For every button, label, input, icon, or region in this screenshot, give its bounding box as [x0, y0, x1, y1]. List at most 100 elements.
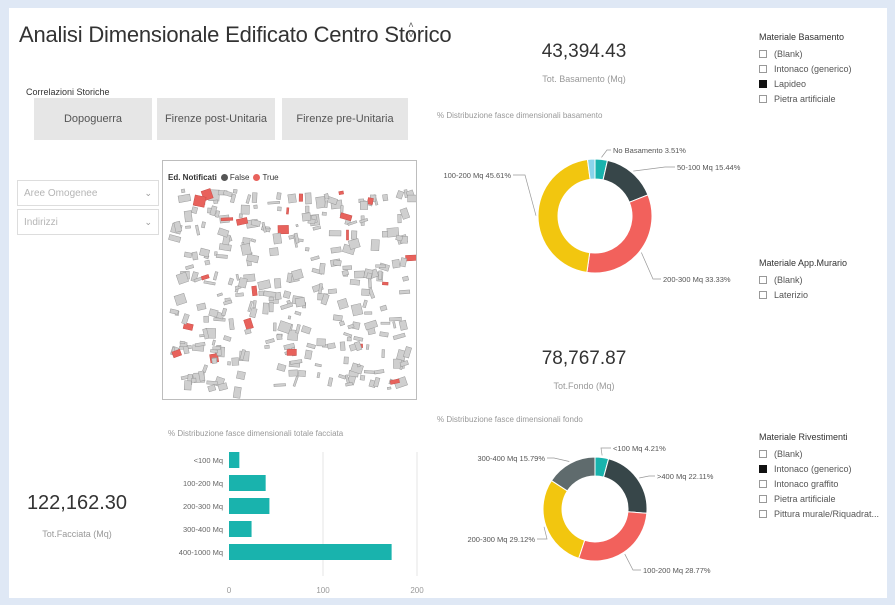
slicer-item-pietra-artificiale[interactable]: Pietra artificiale: [759, 491, 887, 506]
building: [217, 227, 230, 238]
building: [276, 333, 283, 341]
donut-slice[interactable]: [603, 458, 648, 514]
slicer-item-pittura-murale[interactable]: Pittura murale/Riquadrat...: [759, 506, 887, 521]
checkbox[interactable]: [759, 275, 767, 284]
building: [169, 308, 179, 315]
building: [382, 194, 389, 202]
building: [168, 234, 182, 243]
building: [215, 253, 228, 259]
chevron-down-icon[interactable]: ˅: [405, 30, 417, 40]
slice-data-label: No Basamento 3.51%: [613, 146, 686, 155]
checkbox[interactable]: [759, 94, 767, 103]
map-legend: Ed. Notificati False True: [168, 173, 279, 182]
slicer-item-blank[interactable]: (Blank): [759, 272, 887, 287]
building: [350, 303, 364, 317]
building: [316, 338, 326, 347]
building: [365, 344, 370, 350]
building: [216, 292, 223, 297]
title-scroll-control[interactable]: ˄ ˅: [405, 20, 417, 40]
building: [363, 369, 375, 374]
checkbox[interactable]: [759, 494, 767, 503]
building: [180, 188, 186, 194]
slicer-item-label: Intonaco (generico): [774, 463, 852, 474]
building: [269, 302, 274, 313]
firenze-pre-unitaria-button[interactable]: Firenze pre-Unitaria: [282, 98, 408, 140]
building: [265, 338, 275, 345]
slicer-item-blank[interactable]: (Blank): [759, 446, 887, 461]
building: [252, 300, 257, 309]
building: [232, 189, 238, 194]
donut-slice[interactable]: [537, 158, 591, 273]
donut-slice[interactable]: [602, 159, 649, 203]
buildings-map[interactable]: Ed. Notificati False True: [162, 160, 417, 400]
building: [273, 278, 282, 289]
slicer-item-label: (Blank): [774, 274, 803, 285]
bar[interactable]: [229, 475, 266, 491]
checkbox[interactable]: [759, 479, 767, 488]
slicer-item-intonaco[interactable]: Intonaco (generico): [759, 61, 887, 76]
aree-omogenee-dropdown[interactable]: Aree Omogenee ⌄: [17, 180, 159, 206]
slicer-item-blank[interactable]: (Blank): [759, 46, 887, 61]
building: [251, 192, 258, 203]
building: [288, 369, 299, 377]
leader-line: [513, 174, 537, 216]
building: [386, 386, 392, 390]
notified-building: [382, 281, 389, 286]
firenze-post-unitaria-button[interactable]: Firenze post-Unitaria: [157, 98, 275, 140]
slicer-item-lapideo[interactable]: Lapideo: [759, 76, 887, 91]
building: [330, 246, 342, 254]
donut-slice[interactable]: [578, 511, 648, 562]
building: [221, 307, 228, 317]
indirizzi-dropdown[interactable]: Indirizzi ⌄: [17, 209, 159, 235]
checkbox[interactable]: [759, 509, 767, 518]
building: [389, 316, 402, 322]
notified-building: [243, 317, 254, 331]
slicer-item-pietra-artificiale[interactable]: Pietra artificiale: [759, 91, 887, 106]
building: [343, 331, 353, 338]
slice-data-label: 200-300 Mq 33.33%: [663, 275, 731, 284]
building: [244, 328, 252, 335]
basamento-donut-chart: No Basamento 3.51% 50-100 Mq 15.44% 200-30…: [443, 146, 740, 284]
building: [223, 299, 233, 306]
x-tick-label: 200: [410, 586, 424, 594]
slicer-rivestimenti-title: Materiale Rivestimenti: [759, 432, 848, 442]
building: [203, 315, 209, 323]
notified-building: [339, 212, 353, 222]
building: [263, 290, 277, 298]
fondo-chart-title: % Distribuzione fasce dimensionali fondo: [437, 415, 583, 424]
bar[interactable]: [229, 521, 252, 537]
checkbox-checked[interactable]: [759, 464, 767, 473]
slicer-item-laterizio[interactable]: Laterizio: [759, 287, 887, 302]
slicer-item-label: Pietra artificiale: [774, 93, 836, 104]
checkbox[interactable]: [759, 49, 767, 58]
building: [346, 337, 352, 342]
chevron-up-icon[interactable]: ˄: [405, 20, 417, 30]
building: [287, 193, 297, 204]
building: [235, 292, 244, 298]
donut-slice[interactable]: [542, 479, 586, 559]
building: [304, 192, 312, 205]
building: [245, 194, 252, 204]
slicer-item-intonaco[interactable]: Intonaco (generico): [759, 461, 887, 476]
notified-building: [346, 229, 349, 241]
building: [258, 290, 264, 296]
building: [287, 315, 292, 320]
building: [336, 298, 349, 310]
building: [208, 308, 219, 318]
checkbox[interactable]: [759, 449, 767, 458]
building: [227, 277, 234, 286]
y-tick-label: 400-1000 Mq: [179, 548, 223, 557]
building: [203, 280, 216, 286]
checkbox[interactable]: [759, 290, 767, 299]
dopoguerra-button[interactable]: Dopoguerra: [34, 98, 152, 140]
checkbox[interactable]: [759, 64, 767, 73]
building: [338, 373, 347, 380]
bar[interactable]: [229, 452, 240, 468]
bar[interactable]: [229, 498, 270, 514]
x-tick-label: 0: [227, 586, 232, 594]
donut-slice[interactable]: [586, 194, 653, 274]
bar[interactable]: [229, 544, 392, 560]
checkbox-checked[interactable]: [759, 79, 767, 88]
slicer-item-intonaco-graffito[interactable]: Intonaco graffito: [759, 476, 887, 491]
building: [262, 302, 269, 315]
